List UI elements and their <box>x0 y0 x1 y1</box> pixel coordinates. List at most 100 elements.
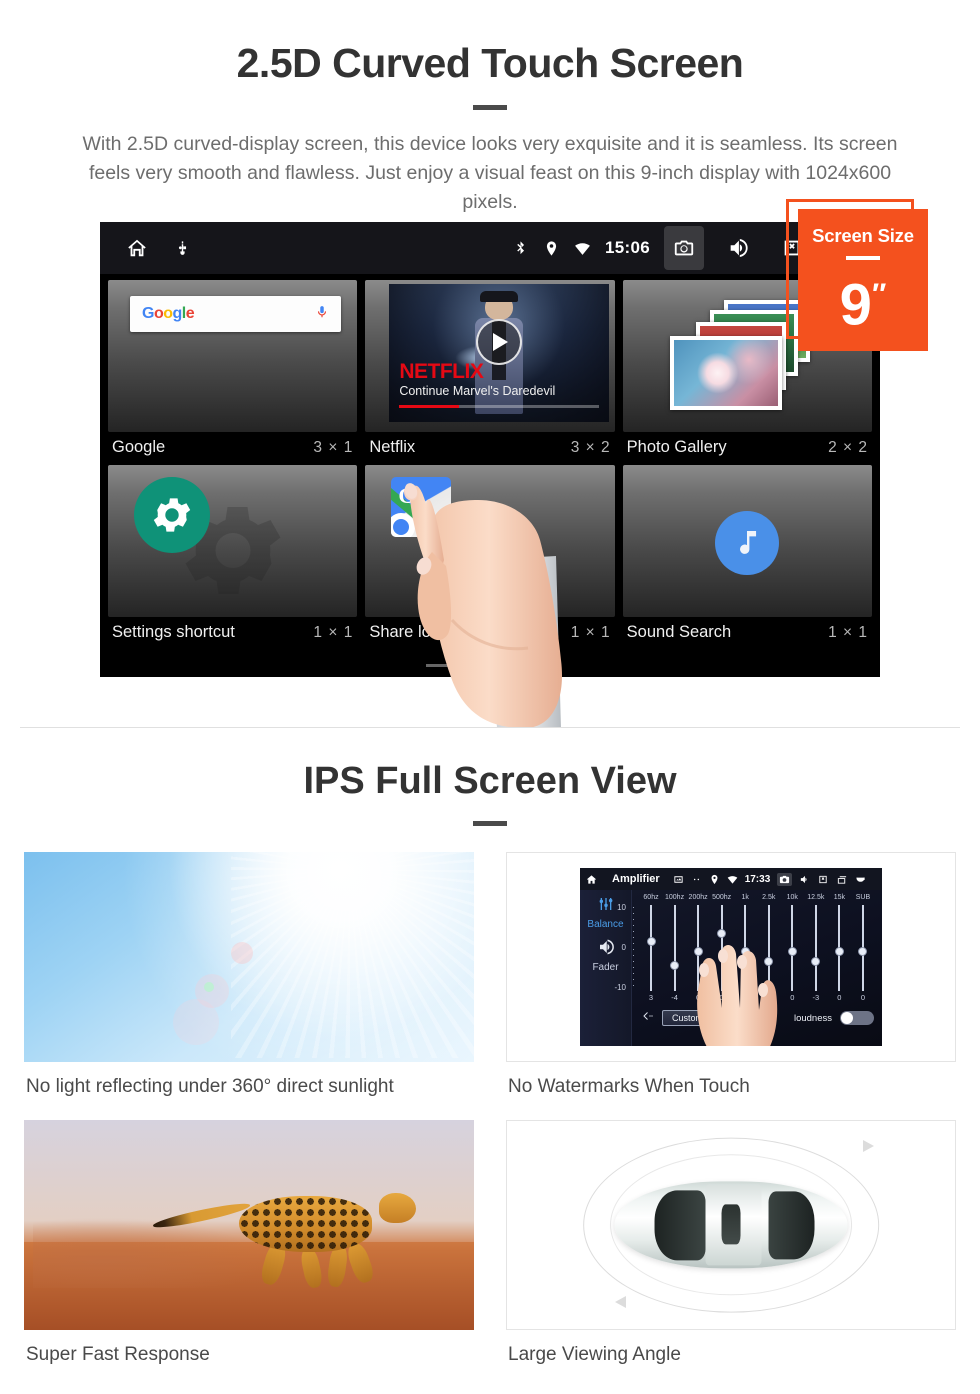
eq-band-label: 100hz <box>665 894 685 901</box>
google-search-bar[interactable]: Google <box>130 296 342 332</box>
page-title: 2.5D Curved Touch Screen <box>236 40 744 86</box>
widget-card-settings-shortcut[interactable]: Settings shortcut 1 × 1 <box>108 465 358 650</box>
car-top-view-image <box>506 1120 956 1330</box>
amplifier-status-bar: Amplifier 17:33 <box>580 868 882 890</box>
eq-scale-bottom: -10 <box>614 983 626 992</box>
widget-name: Sound Search <box>626 623 732 641</box>
widget-card-netflix[interactable]: NETFLIX Continue Marvel's Daredevil Netf… <box>365 280 615 465</box>
page-dot[interactable] <box>426 664 462 667</box>
widget-thumbnail: NETFLIX Continue Marvel's Daredevil <box>365 280 615 432</box>
loudness-toggle[interactable] <box>840 1011 874 1025</box>
ips-caption: Super Fast Response <box>26 1344 210 1365</box>
head-unit-screenshot: 15:06 Google Google 3 × 1 NETFLIX Contin… <box>100 222 880 677</box>
google-maps-icon: G <box>391 477 452 537</box>
eq-value: 0 <box>860 993 865 1002</box>
widget-size: 1 × 1 <box>570 623 611 641</box>
page-indicator[interactable] <box>100 664 880 667</box>
title-underline-rule <box>473 105 507 110</box>
bluetooth-icon[interactable] <box>512 240 529 257</box>
netflix-preview: NETFLIX Continue Marvel's Daredevil <box>389 284 609 422</box>
volume-icon[interactable] <box>799 874 810 885</box>
android-status-bar: 15:06 <box>100 222 880 274</box>
desert-background <box>24 1120 474 1330</box>
close-box-icon[interactable] <box>817 874 829 885</box>
page-dot-active[interactable] <box>518 664 554 667</box>
eq-band-label: 12.5k <box>807 894 825 901</box>
home-icon[interactable] <box>586 874 597 885</box>
widget-label-row: Sound Search 1 × 1 <box>623 617 872 646</box>
wifi-icon[interactable] <box>574 240 591 257</box>
section2-underline-rule <box>473 821 507 826</box>
wifi-icon[interactable] <box>727 874 738 885</box>
widget-name: Photo Gallery <box>626 438 727 456</box>
location-icon[interactable] <box>709 874 720 885</box>
widget-thumbnail: G <box>365 465 615 617</box>
sunlight-image <box>24 852 474 1062</box>
status-bar-clock: 15:06 <box>605 238 650 257</box>
ips-cell-viewing-angle: Large Viewing Angle <box>506 1120 956 1376</box>
rear-windshield <box>768 1190 815 1260</box>
page-dot[interactable] <box>472 664 508 667</box>
badge-value: 9″ <box>798 264 928 336</box>
widget-size: 2 × 2 <box>828 438 868 456</box>
widget-name: Share location <box>369 623 475 641</box>
eq-slider[interactable] <box>805 905 827 991</box>
eq-band-label: 2.5k <box>762 894 776 901</box>
widget-label-row: Share location 1 × 1 <box>365 617 614 646</box>
section2-title: IPS Full Screen View <box>303 760 677 802</box>
gallery-icon[interactable] <box>673 874 684 885</box>
sun-rays <box>231 852 474 1058</box>
prev-preset-icon[interactable] <box>640 1009 654 1027</box>
volume-icon[interactable] <box>718 226 758 270</box>
section-description: With 2.5D curved-display screen, this de… <box>82 133 898 213</box>
car-body <box>614 1181 848 1269</box>
usb-icon[interactable] <box>174 240 191 257</box>
settings-gear-icon <box>134 477 210 553</box>
widget-label-row: Netflix 3 × 2 <box>365 432 614 461</box>
eq-band-labels: 60hz 100hz 200hz 500hz 1k 2.5k 10k 12.5k… <box>638 894 876 901</box>
eq-band-label: 200hz <box>688 894 708 901</box>
recent-apps-icon[interactable] <box>836 874 848 885</box>
rotation-arrow <box>614 1296 626 1309</box>
ips-full-screen-section: IPS Full Screen View No light reflecting… <box>0 728 980 1376</box>
ips-cell-amplifier: Amplifier 17:33 Balance Fader 60hz 100hz… <box>506 852 956 1108</box>
widget-label-row: Settings shortcut 1 × 1 <box>108 617 357 646</box>
amplifier-clock: 17:33 <box>744 873 771 885</box>
widget-label-row: Photo Gallery 2 × 2 <box>623 432 872 461</box>
eq-scale: 10 0 -10 <box>614 903 636 992</box>
netflix-brand: NETFLIX <box>399 360 484 383</box>
microphone-icon[interactable] <box>315 305 329 324</box>
play-icon[interactable] <box>475 318 522 365</box>
car-scene <box>507 1121 955 1329</box>
camera-icon[interactable] <box>777 872 793 886</box>
eq-value: 3 <box>648 993 654 1002</box>
eq-slider[interactable] <box>640 905 662 991</box>
eq-slider[interactable] <box>852 905 874 991</box>
more-icon[interactable] <box>691 874 702 885</box>
curved-touch-screen-section: 2.5D Curved Touch Screen With 2.5D curve… <box>0 0 980 728</box>
ips-cell-sunlight: No light reflecting under 360° direct su… <box>24 852 474 1108</box>
widget-thumbnail <box>622 465 872 617</box>
music-note-icon <box>715 511 780 575</box>
widget-card-google[interactable]: Google Google 3 × 1 <box>108 280 358 465</box>
ips-cell-cheetah: Super Fast Response <box>24 1120 474 1376</box>
rotation-arrow <box>863 1139 875 1152</box>
amplifier-title: Amplifier <box>612 873 660 885</box>
camera-icon[interactable] <box>664 226 704 270</box>
widget-thumbnail: Google <box>108 280 358 432</box>
progress-bar <box>399 405 599 408</box>
widget-picker-grid: Google Google 3 × 1 NETFLIX Continue Mar… <box>100 274 880 650</box>
ips-caption: Large Viewing Angle <box>508 1344 681 1365</box>
widget-card-share-location[interactable]: G Share location 1 × 1 <box>365 465 615 650</box>
eq-slider[interactable] <box>828 905 850 991</box>
badge-unit: ″ <box>871 278 887 311</box>
location-icon[interactable] <box>543 240 560 257</box>
back-icon[interactable] <box>855 874 866 885</box>
eq-band-label: 500hz <box>712 894 732 901</box>
amplifier-screen: Amplifier 17:33 Balance Fader 60hz 100hz… <box>580 868 882 1046</box>
widget-card-sound-search[interactable]: Sound Search 1 × 1 <box>622 465 872 650</box>
front-windshield <box>654 1190 706 1260</box>
home-icon[interactable] <box>126 237 148 259</box>
eq-band-label: 1k <box>741 894 749 901</box>
widget-name: Settings shortcut <box>112 623 235 641</box>
